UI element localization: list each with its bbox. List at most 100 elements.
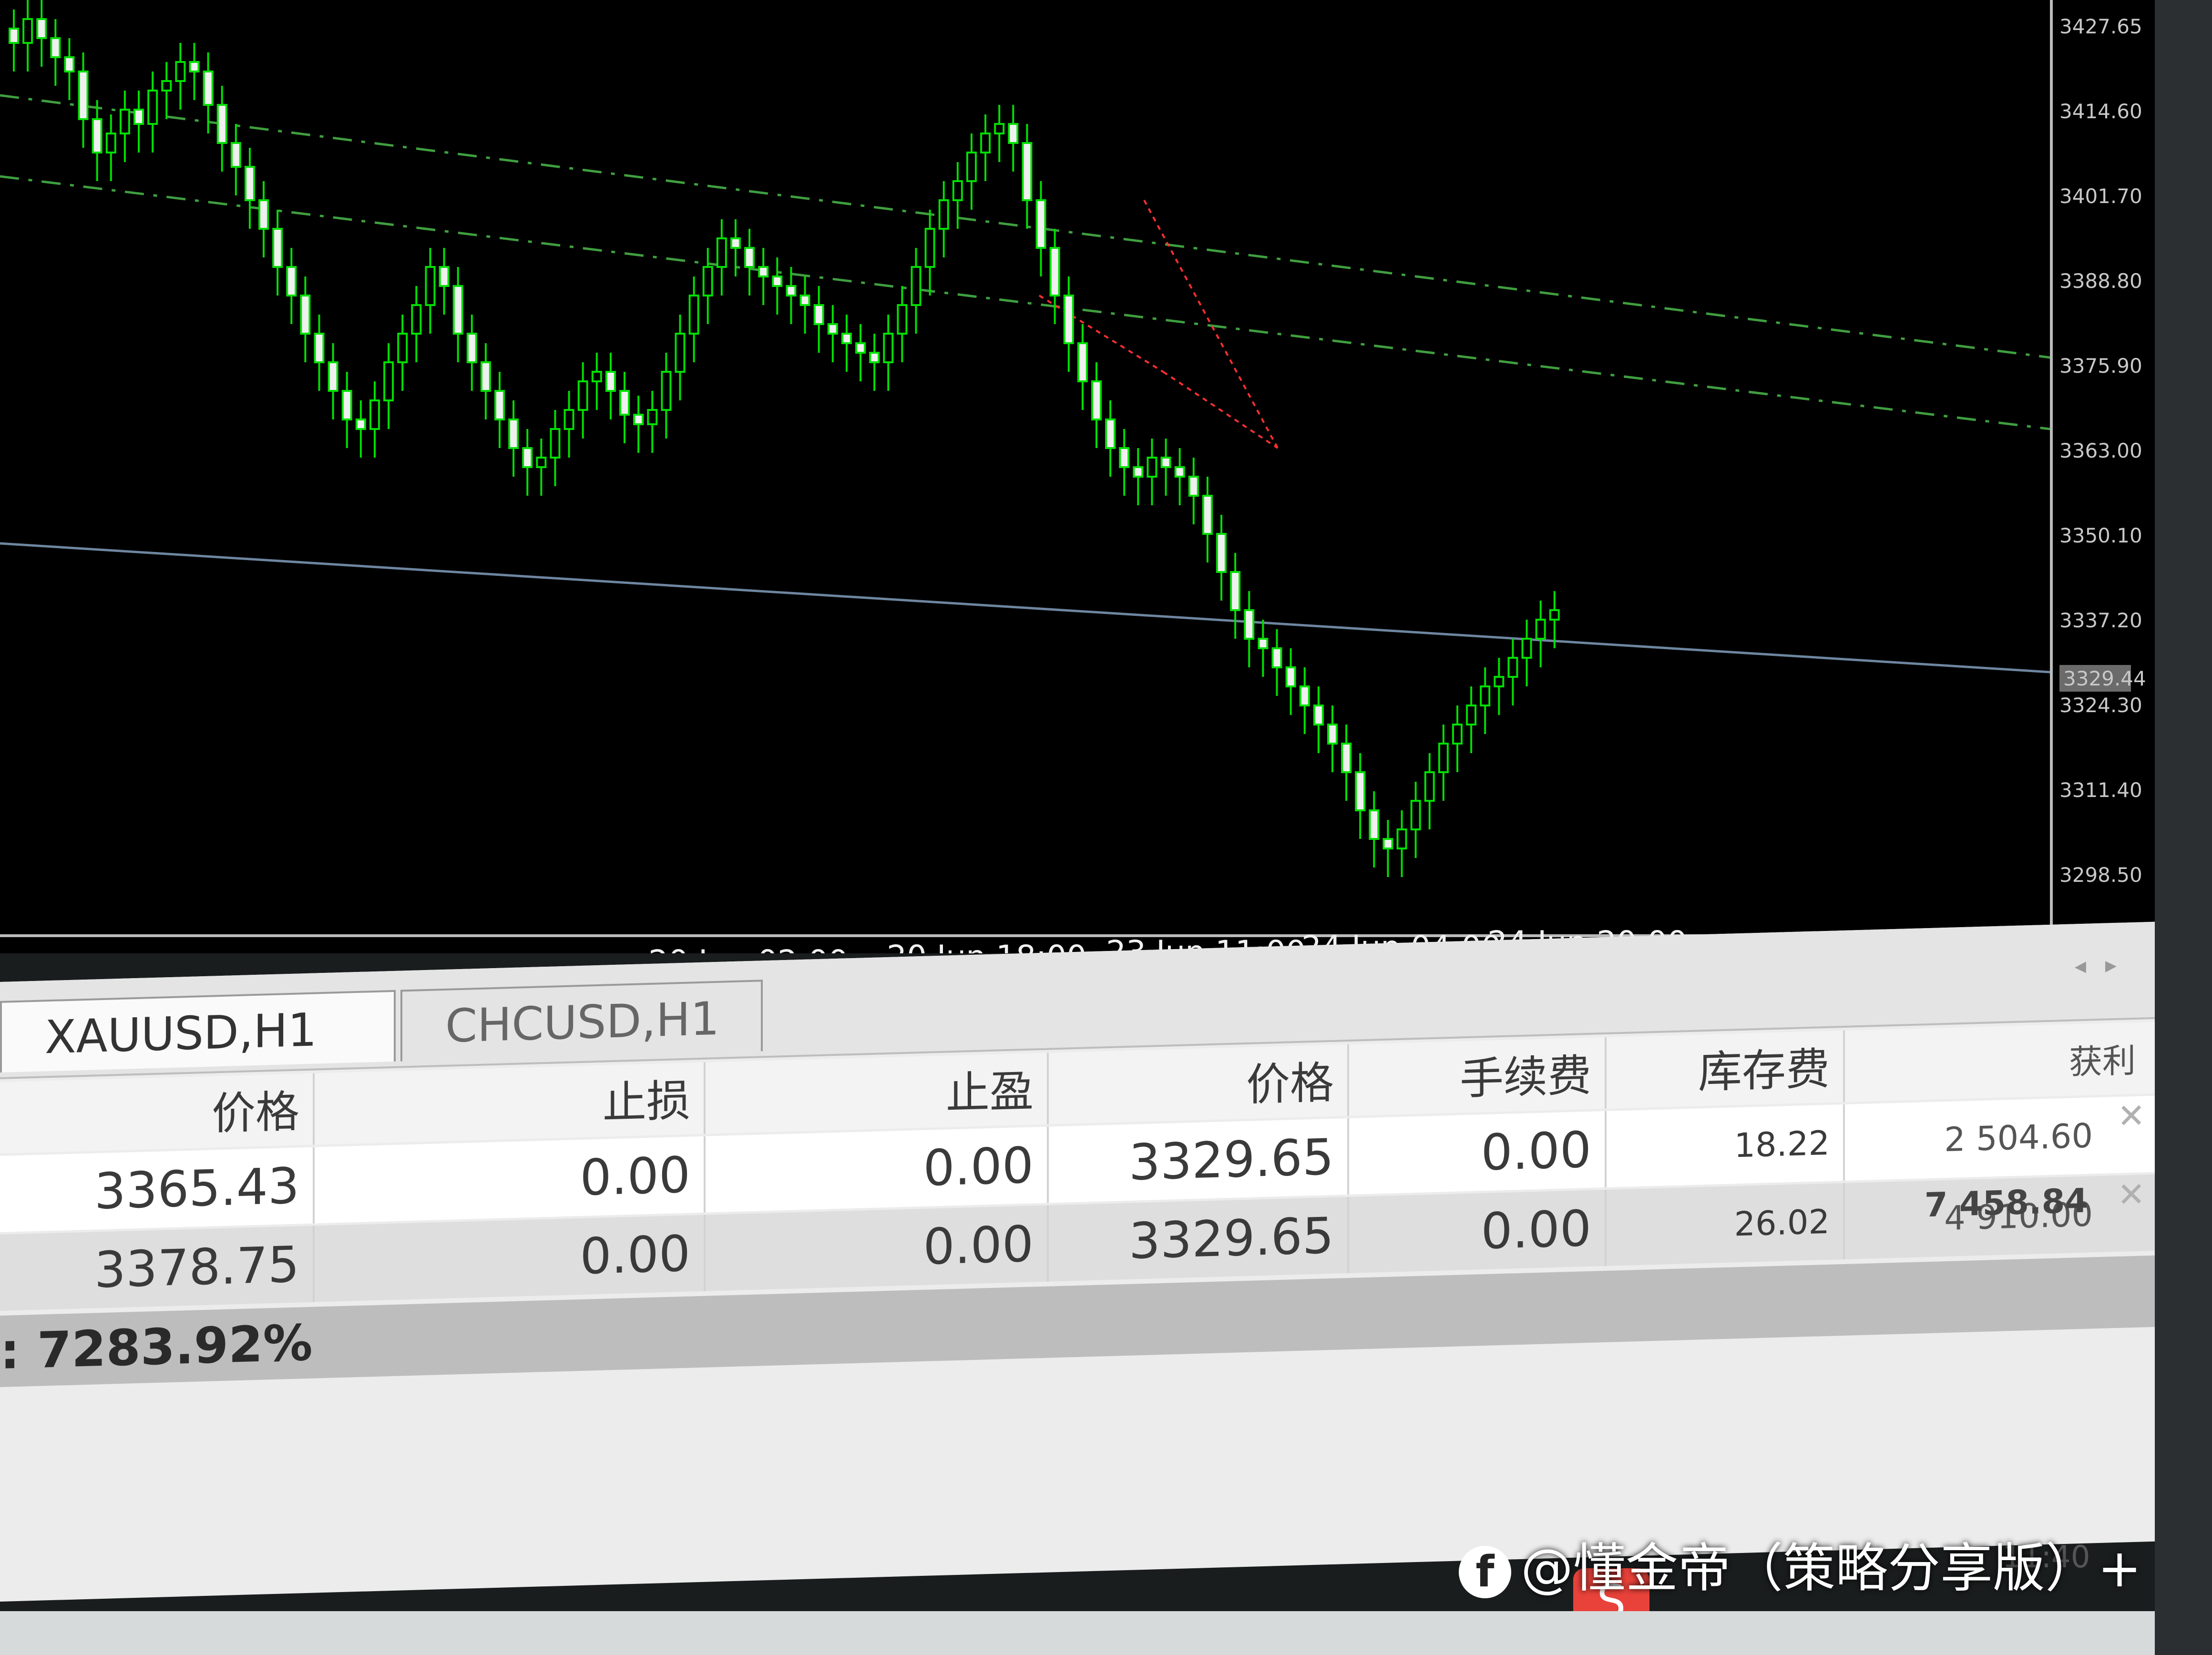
- price-axis-border: [2050, 0, 2053, 934]
- tab-chcusd-h1[interactable]: CHCUSD,H1: [400, 980, 763, 1062]
- candle-body: [813, 304, 824, 325]
- candle-body: [688, 295, 699, 335]
- cell-profit: 2 504.60: [1944, 1116, 2093, 1160]
- cell-current-price: 3329.65: [1049, 1196, 1349, 1282]
- candle-body: [1327, 724, 1338, 745]
- time-axis-label: 19 Jun 07:00: [391, 948, 591, 953]
- price-axis-label: 3401.70: [2059, 184, 2142, 208]
- time-axis-label: 20 Jun 18:00: [887, 939, 1086, 953]
- candle-body: [1521, 638, 1532, 659]
- candle-body: [355, 419, 366, 430]
- candle-body: [64, 56, 75, 72]
- candle-body: [716, 237, 727, 268]
- candle-body: [1077, 342, 1088, 382]
- candle-body: [605, 371, 616, 392]
- bid-price-line: [0, 542, 2050, 674]
- candle-body: [869, 352, 880, 363]
- header-current-price[interactable]: 价格: [1049, 1044, 1349, 1124]
- total-profit: 7 458.84: [1924, 1181, 2088, 1225]
- candle-body: [911, 266, 922, 306]
- candle-body: [1216, 533, 1227, 573]
- candle-body: [897, 304, 908, 335]
- candle-body: [952, 180, 963, 201]
- cell-take-profit[interactable]: 0.00: [706, 1126, 1049, 1213]
- margin-level-label: : 7283.92%: [0, 1313, 313, 1380]
- candle-body: [1105, 419, 1116, 449]
- candle-body: [258, 199, 269, 230]
- candle-body: [633, 414, 644, 425]
- candle-body: [675, 333, 686, 373]
- price-axis-label: 3375.90: [2059, 354, 2142, 378]
- watermark: f @懂金帝（策略分享版）+: [1459, 1530, 2141, 1606]
- price-axis-label: 3337.20: [2059, 609, 2142, 632]
- candle-body: [855, 342, 866, 354]
- candle-body: [577, 380, 588, 411]
- candle-body: [189, 61, 200, 72]
- candle-body: [1133, 466, 1144, 478]
- candle-body: [1507, 657, 1518, 678]
- header-swap[interactable]: 库存费: [1607, 1030, 1845, 1109]
- candle-body: [744, 247, 755, 268]
- candle-body: [1341, 743, 1352, 773]
- candle-body: [883, 333, 894, 363]
- candle-body: [1188, 476, 1199, 497]
- cell-stop-loss[interactable]: 0.00: [315, 1136, 706, 1224]
- trade-signal-line: [1162, 371, 1279, 449]
- candle-body: [22, 18, 33, 44]
- cell-price: 3365.43: [0, 1147, 315, 1232]
- tab-xauusd-h1[interactable]: XAUUSD,H1: [0, 990, 396, 1073]
- candle-body: [411, 304, 422, 335]
- candle-body: [1063, 295, 1074, 344]
- close-position-icon[interactable]: ✕: [2117, 1096, 2145, 1136]
- candle-body: [1160, 457, 1171, 468]
- candle-body: [161, 80, 172, 92]
- chart-canvas[interactable]: 3427.65 3414.60 3401.70 3388.80 3375.90 3363.…: [0, 0, 2212, 953]
- candle-body: [702, 266, 713, 296]
- candle-body: [1369, 809, 1380, 840]
- candle-body: [1438, 743, 1449, 773]
- header-stop-loss[interactable]: 止损: [315, 1062, 706, 1145]
- candle-body: [1424, 771, 1435, 802]
- price-axis-label: 3363.00: [2059, 439, 2142, 462]
- candle-body: [92, 118, 102, 153]
- price-axis-label: 3350.10: [2059, 524, 2142, 547]
- candle-body: [1480, 685, 1491, 706]
- tab-scroll-arrows-icon[interactable]: ◂▸: [2075, 951, 2136, 980]
- header-take-profit[interactable]: 止盈: [706, 1052, 1049, 1134]
- cell-current-price: 3329.65: [1049, 1118, 1349, 1203]
- header-profit[interactable]: 获利: [1845, 1022, 2155, 1102]
- price-chart[interactable]: 3427.65 3414.60 3401.70 3388.80 3375.90 3363.…: [0, 0, 2212, 953]
- header-commission[interactable]: 手续费: [1349, 1037, 1607, 1116]
- candle-body: [1410, 800, 1421, 830]
- close-position-icon[interactable]: ✕: [2117, 1175, 2145, 1215]
- candle-body: [1049, 247, 1060, 296]
- candle-body: [508, 419, 519, 449]
- candle-body: [9, 28, 19, 44]
- candle-body: [216, 104, 227, 144]
- candle-body: [730, 237, 741, 249]
- candle-body: [1202, 495, 1213, 535]
- candle-body: [1535, 619, 1546, 640]
- candle-body: [341, 390, 352, 420]
- candle-body: [799, 295, 810, 306]
- candle-body: [1382, 838, 1393, 849]
- candle-body: [1271, 647, 1282, 668]
- current-price-label: 3329.44: [2063, 667, 2146, 690]
- cell-take-profit[interactable]: 0.00: [706, 1205, 1049, 1291]
- cell-stop-loss[interactable]: 0.00: [315, 1215, 706, 1302]
- header-price[interactable]: 价格: [0, 1073, 315, 1154]
- candle-body: [328, 361, 338, 392]
- candle-body: [1230, 571, 1241, 611]
- candle-body: [536, 457, 547, 468]
- candle-body: [661, 371, 672, 411]
- price-axis-label: 3388.80: [2059, 269, 2142, 293]
- watermark-text: @懂金帝（策略分享版）+: [1521, 1538, 2142, 1599]
- candle-body: [369, 399, 380, 430]
- candle-body: [203, 71, 214, 106]
- cell-commission: 0.00: [1349, 1189, 1607, 1273]
- candle-body: [78, 71, 89, 120]
- candle-body: [522, 447, 533, 468]
- trade-signal-line: [1143, 200, 1279, 449]
- candle-body: [994, 123, 1005, 134]
- candle-body: [494, 390, 505, 420]
